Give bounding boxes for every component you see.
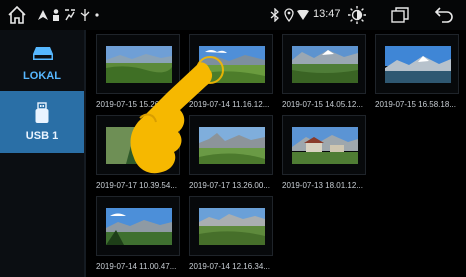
thumbnail-image (385, 46, 451, 83)
sidebar: LOKAL USB 1 (0, 30, 86, 277)
thumbnail-image (292, 46, 358, 83)
gallery-item-caption: 2019-07-15 15.26... (96, 100, 166, 109)
gallery-item-caption: 2019-07-15 16.58.18... (375, 100, 456, 109)
gallery-item[interactable]: 2019-07-15 15.26... (96, 34, 180, 110)
status-bar: 13:47 (0, 0, 466, 30)
gallery-grid: 2019-07-15 15.26... 2019-07-14 11.16.12.… (96, 34, 466, 277)
back-icon[interactable] (434, 6, 454, 24)
thumbnail-frame (282, 34, 366, 94)
dot-icon (95, 13, 99, 17)
sidebar-item-usb1[interactable]: USB 1 (0, 91, 84, 153)
gallery-item-caption: 2019-07-14 11.16.12... (189, 100, 270, 109)
hard-drive-icon (33, 47, 53, 60)
gallery-item[interactable]: 2019-07-14 12.16.34... (189, 196, 273, 272)
gallery-item[interactable]: 2019-07-17 13.26.00... (189, 115, 273, 191)
clock: 13:47 (313, 8, 341, 20)
brightness-icon[interactable] (347, 5, 367, 25)
gallery-item-caption: 2019-07-15 14.05.12... (282, 100, 363, 109)
thumbnail-frame (375, 34, 459, 94)
gallery-item-caption: 2019-07-14 12.16.34... (189, 262, 270, 271)
thumbnail-image (199, 46, 265, 83)
gallery-item[interactable]: 2019-07-14 11.16.12... (189, 34, 273, 110)
gallery-item[interactable]: 2019-07-17 10.39.54... (96, 115, 180, 191)
person-icon (53, 9, 59, 21)
thumbnail-image (106, 208, 172, 245)
gallery-item-caption: 2019-07-17 10.39.54... (96, 181, 177, 190)
thumbnail-frame (96, 115, 180, 175)
usb-status-icon (80, 9, 90, 21)
sidebar-item-label: LOKAL (23, 70, 61, 82)
thumbnail-frame (189, 196, 273, 256)
wifi-icon (297, 10, 309, 20)
thumbnail-image (106, 46, 172, 83)
thumbnail-image (292, 127, 358, 164)
thumbnail-image (106, 127, 172, 164)
gallery-item[interactable]: 2019-07-15 14.05.12... (282, 34, 366, 110)
navigation-icon (38, 10, 48, 20)
gallery-item[interactable]: 2019-07-15 16.58.18... (375, 34, 459, 110)
usb-icon (35, 102, 49, 123)
thumbnail-frame (189, 34, 273, 94)
gallery-item[interactable]: 2019-07-14 11.00.47... (96, 196, 180, 272)
thumbnail-image (199, 127, 265, 164)
sidebar-item-label: USB 1 (25, 130, 59, 142)
gallery-item-caption: 2019-07-17 13.26.00... (189, 181, 270, 190)
home-icon[interactable] (7, 5, 27, 25)
thumbnail-frame (96, 34, 180, 94)
bluetooth-icon (270, 8, 279, 22)
sidebar-divider (84, 30, 86, 277)
gallery-item-caption: 2019-07-13 18.01.12... (282, 181, 363, 190)
sidebar-item-lokal[interactable]: LOKAL (0, 38, 84, 98)
thumbnail-image (199, 208, 265, 245)
recent-apps-icon[interactable] (390, 6, 410, 24)
location-icon (284, 8, 294, 22)
thumbnail-frame (282, 115, 366, 175)
activity-icon (65, 9, 75, 21)
gallery-item-caption: 2019-07-14 11.00.47... (96, 262, 177, 271)
thumbnail-frame (96, 196, 180, 256)
thumbnail-frame (189, 115, 273, 175)
gallery-item[interactable]: 2019-07-13 18.01.12... (282, 115, 366, 191)
